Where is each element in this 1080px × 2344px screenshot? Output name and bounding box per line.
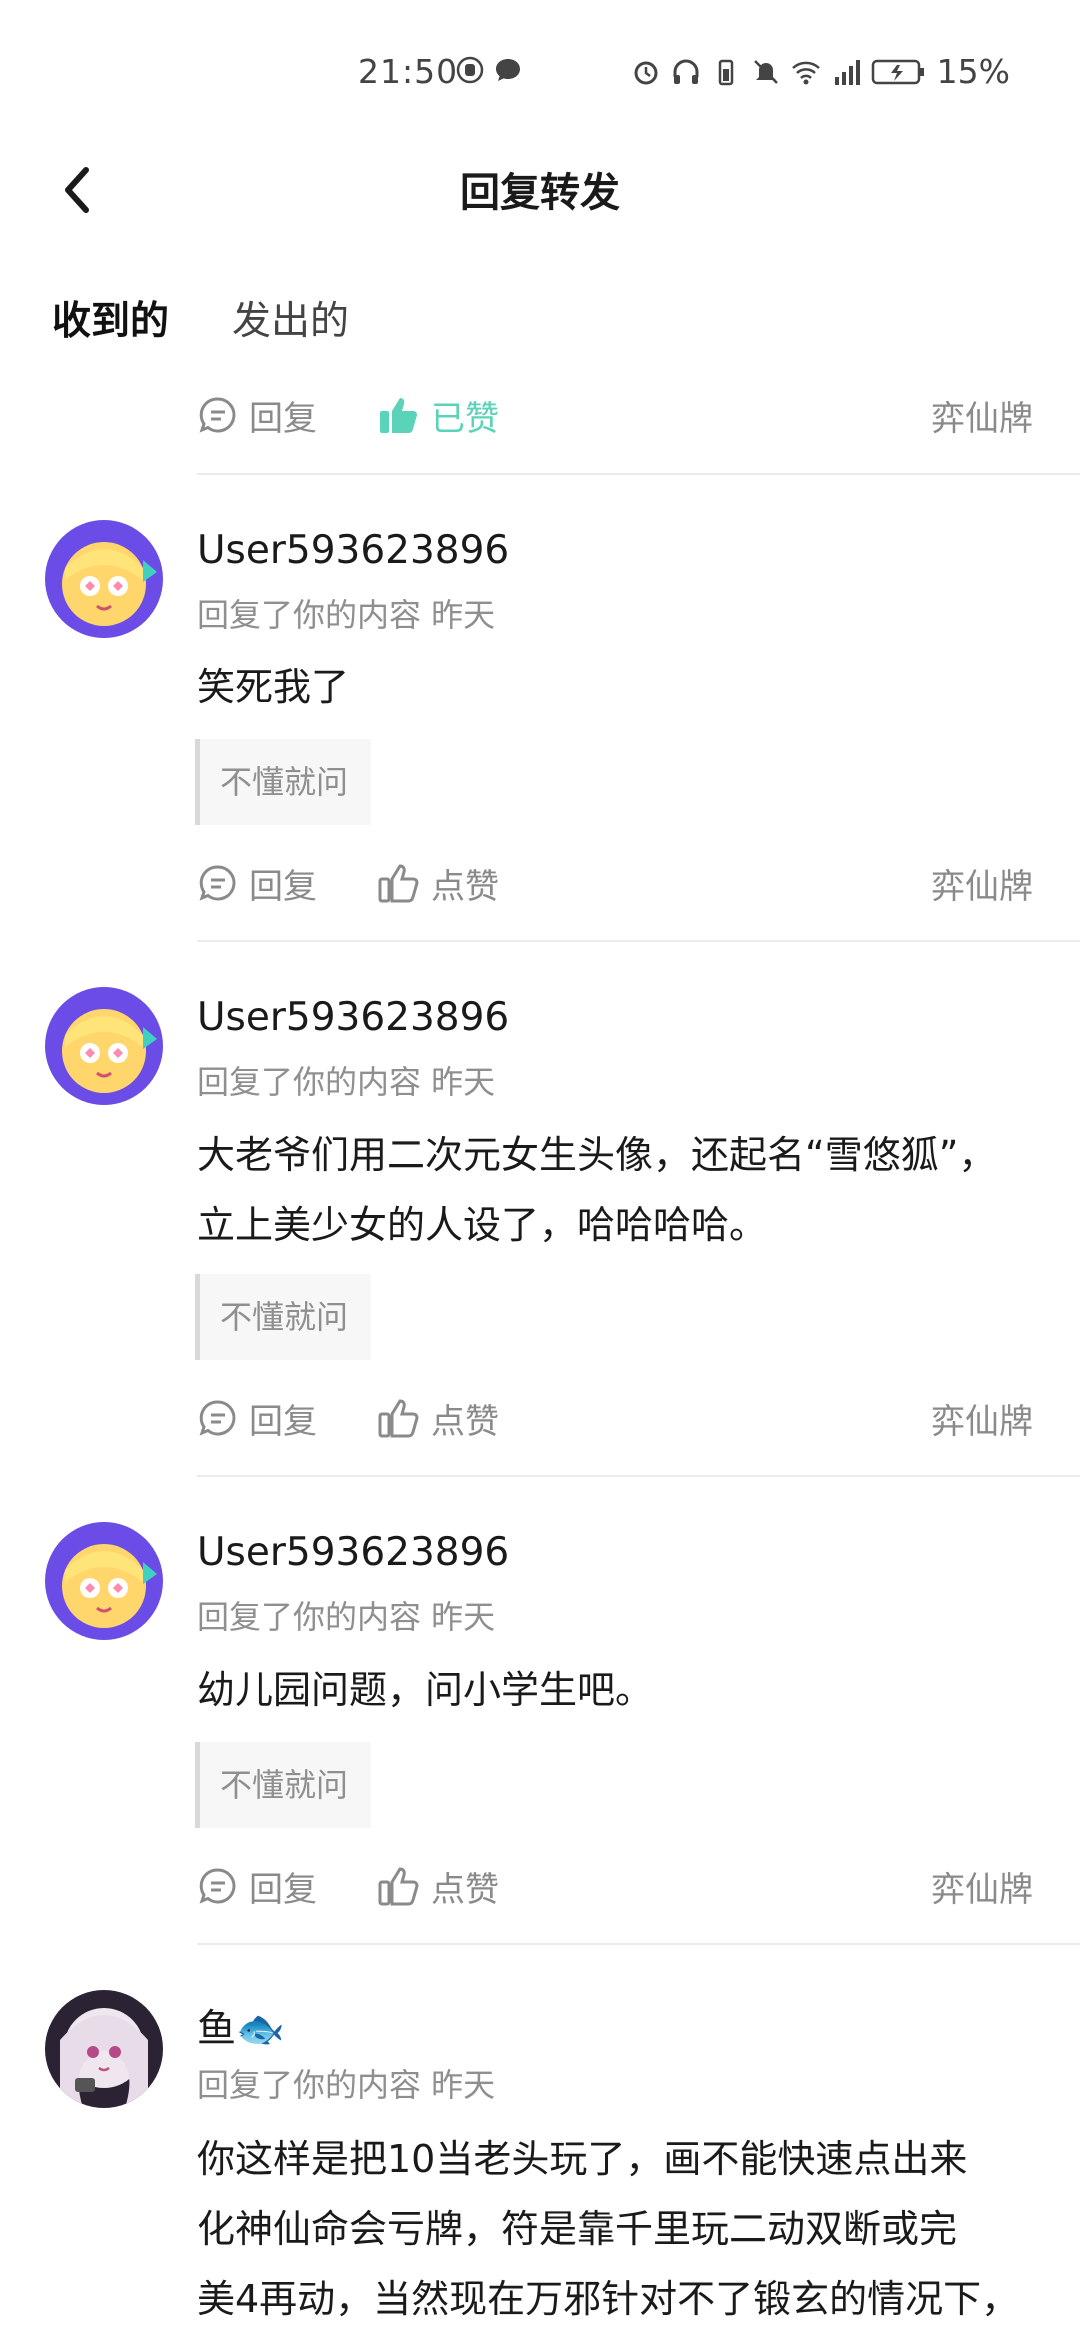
- quoted-content[interactable]: 不懂就问: [195, 739, 371, 825]
- divider: [197, 1475, 1080, 1477]
- username[interactable]: 鱼🐟: [197, 1998, 285, 2054]
- avatar[interactable]: [45, 1522, 163, 1640]
- tab-active-indicator: [58, 346, 164, 356]
- thumbs-up-icon: [378, 1867, 419, 1906]
- avatar-image: [45, 1522, 163, 1640]
- reply-icon: [199, 1400, 236, 1436]
- comment-text-line-2: 立上美少女的人设了，哈哈哈哈。: [197, 1203, 768, 1247]
- comment-meta: 回复了你的内容 昨天: [197, 596, 496, 634]
- source-game-link[interactable]: 弈仙牌: [931, 859, 1033, 908]
- comment-text: 幼儿园问题，问小学生吧。: [197, 1668, 654, 1712]
- divider: [197, 1943, 1080, 1945]
- reply-icon: [199, 1868, 236, 1904]
- like-label: 点赞: [431, 1869, 499, 1910]
- battery-small-icon: [718, 59, 733, 85]
- reply-label: 回复: [249, 866, 317, 907]
- tab-sent[interactable]: 发出的: [232, 290, 349, 346]
- thumbs-up-icon: [378, 1399, 419, 1438]
- mute-bell-icon: [753, 59, 778, 84]
- action-row: 回复 点赞 弈仙牌: [197, 1856, 1033, 1916]
- comment-text-line-3: 美4再动，当然现在万邪针对不了锻玄的情况下，: [197, 2277, 1020, 2321]
- alarm-icon: [634, 61, 658, 84]
- like-label: 点赞: [431, 1401, 499, 1442]
- message-bubble-icon: [496, 59, 520, 81]
- avatar[interactable]: [45, 1990, 163, 2108]
- signal-icon: [834, 59, 860, 85]
- source-game-link[interactable]: 弈仙牌: [931, 391, 1033, 440]
- quoted-content[interactable]: 不懂就问: [195, 1274, 371, 1360]
- action-row: 回复 点赞 弈仙牌: [197, 853, 1033, 913]
- action-row: 回复 点赞 弈仙牌: [197, 1388, 1033, 1448]
- avatar[interactable]: [45, 520, 163, 638]
- battery-percent: 15%: [936, 52, 1010, 91]
- liked-label: 已赞: [431, 398, 499, 439]
- reply-button[interactable]: 回复: [197, 1394, 317, 1443]
- username[interactable]: User593623896: [197, 528, 509, 573]
- tab-bar: 收到的 发出的: [0, 290, 1080, 370]
- like-button[interactable]: 点赞: [377, 859, 499, 908]
- wifi-icon: [791, 61, 820, 84]
- comment-text-line-1: 你这样是把10当老头玩了，画不能快速点出来: [197, 2137, 968, 2181]
- like-button[interactable]: 点赞: [377, 1394, 499, 1443]
- source-game-link[interactable]: 弈仙牌: [931, 1394, 1033, 1443]
- avatar-image: [45, 520, 163, 638]
- reply-label: 回复: [249, 1869, 317, 1910]
- username[interactable]: User593623896: [197, 1530, 509, 1575]
- status-notification-icons: [455, 55, 523, 85]
- source-game-link[interactable]: 弈仙牌: [931, 1862, 1033, 1911]
- divider: [197, 473, 1080, 475]
- hand-icon: [456, 56, 484, 84]
- comment-meta: 回复了你的内容 昨天: [197, 1598, 496, 1636]
- reply-button[interactable]: 回复: [197, 391, 317, 440]
- page-title: 回复转发: [460, 170, 620, 216]
- divider: [197, 940, 1080, 942]
- reply-icon: [199, 865, 236, 901]
- reply-icon: [199, 397, 236, 433]
- comment-text-line-2: 化神仙命会亏牌，符是靠千里玩二动双断或完: [197, 2207, 958, 2251]
- reply-button[interactable]: 回复: [197, 1862, 317, 1911]
- comment-text-line-1: 大老爷们用二次元女生头像，还起名“雪悠狐”，: [197, 1133, 997, 1177]
- thumbs-up-icon: [378, 864, 419, 903]
- like-button[interactable]: 点赞: [377, 1862, 499, 1911]
- reply-label: 回复: [249, 398, 317, 439]
- avatar-image: [45, 987, 163, 1105]
- headphones-icon: [673, 59, 699, 84]
- tab-received[interactable]: 收到的: [52, 290, 169, 346]
- reply-label: 回复: [249, 1401, 317, 1442]
- reply-button[interactable]: 回复: [197, 859, 317, 908]
- username[interactable]: User593623896: [197, 995, 509, 1040]
- status-time: 21:50: [358, 52, 459, 91]
- status-right-icons: 15%: [631, 52, 1010, 91]
- action-row: 回复 已赞 弈仙牌: [197, 385, 1033, 445]
- quoted-content[interactable]: 不懂就问: [195, 1742, 371, 1828]
- comment-meta: 回复了你的内容 昨天: [197, 1063, 496, 1101]
- comment-meta: 回复了你的内容 昨天: [197, 2066, 496, 2104]
- status-bar: 21:50 15%: [0, 0, 1080, 130]
- thumbs-up-filled-icon: [380, 398, 417, 433]
- comment-text: 笑死我了: [197, 665, 350, 709]
- avatar[interactable]: [45, 987, 163, 1105]
- battery-icon: [871, 59, 924, 84]
- header: 回复转发: [0, 130, 1080, 250]
- avatar-image: [45, 1990, 163, 2108]
- like-label: 点赞: [431, 866, 499, 907]
- liked-button[interactable]: 已赞: [377, 391, 499, 440]
